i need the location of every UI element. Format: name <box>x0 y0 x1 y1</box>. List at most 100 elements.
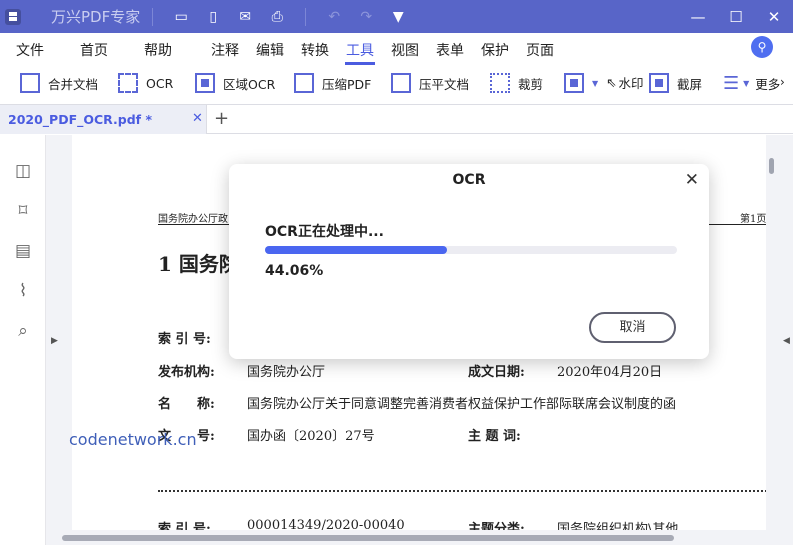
menu-tools[interactable]: 工具 <box>345 40 375 65</box>
label: 水印 <box>618 76 644 91</box>
page-box-icon <box>564 73 584 93</box>
menu-convert[interactable]: 转换 <box>301 40 329 60</box>
label: 合并文档 <box>48 76 99 92</box>
print-icon[interactable]: ⎙ <box>261 9 293 25</box>
compress-icon <box>294 73 314 93</box>
ocr-button[interactable]: OCR <box>118 73 173 93</box>
save-icon[interactable]: ▯ <box>197 9 229 25</box>
field-label: 主 题 词: <box>468 429 521 444</box>
menu-home[interactable]: 首页 <box>80 40 108 60</box>
menu-bar: 文件 首页 帮助 注释 编辑 转换 工具 视图 表单 保护 页面 <box>0 33 793 65</box>
app-logo-icon <box>5 8 21 25</box>
merge-button[interactable]: 合并文档 <box>20 73 98 93</box>
menu-form[interactable]: 表单 <box>436 40 464 60</box>
field-value: 国办函〔2020〕27号 <box>247 429 375 444</box>
page-header-left: 国务院办公厅政 <box>158 214 228 225</box>
menu-file[interactable]: 文件 <box>16 40 44 60</box>
field-label: 发布机构: <box>158 365 215 380</box>
menu-annotate[interactable]: 注释 <box>211 40 239 60</box>
field-label: 索 引 号: <box>158 332 211 347</box>
label: 更多 <box>755 77 781 92</box>
open-folder-icon[interactable]: ▭ <box>165 9 197 25</box>
field-label: 成文日期: <box>468 365 525 380</box>
field-value: 国务院组织机构\其他 <box>557 522 679 530</box>
divider <box>152 7 154 26</box>
label: 截屏 <box>677 76 703 92</box>
progress-bar <box>265 246 677 254</box>
label: 压缩PDF <box>322 76 372 92</box>
screenshot-button[interactable]: 截屏 <box>649 73 702 93</box>
menu-protect[interactable]: 保护 <box>481 40 509 60</box>
mail-icon[interactable]: ✉ <box>229 9 261 25</box>
crop-button[interactable]: 裁剪 <box>490 73 543 93</box>
new-tab-icon[interactable]: + <box>214 108 229 129</box>
progress-percent: 44.06% <box>265 263 324 279</box>
flatten-icon <box>391 73 411 93</box>
page-box-button[interactable]: ▼ <box>564 73 598 93</box>
cancel-button[interactable]: 取消 <box>589 312 676 343</box>
menu-view[interactable]: 视图 <box>391 40 419 60</box>
vertical-scrollbar[interactable] <box>769 158 774 174</box>
dropdown-icon: ▼ <box>743 79 750 88</box>
redo-icon[interactable]: ↷ <box>350 9 382 25</box>
field-value: 000014349/2020-00040 <box>247 518 405 530</box>
horizontal-scrollbar[interactable] <box>62 535 674 541</box>
expand-left-panel-icon[interactable]: ▶ <box>51 336 58 346</box>
user-avatar-icon[interactable]: ⚲ <box>751 36 773 58</box>
title-bar: 万兴PDF专家 ▭ ▯ ✉ ⎙ ↶ ↷ ▼ — ☐ ✕ <box>0 0 793 33</box>
cursor-icon: ⇖ <box>606 75 617 90</box>
maximize-icon[interactable]: ☐ <box>717 8 755 26</box>
label: 压平文档 <box>419 76 470 92</box>
ocr-icon <box>118 73 138 93</box>
left-sidebar: ◫ ⌑ ▤ ⌇ ⌕ <box>0 135 46 545</box>
attachment-icon[interactable]: ⌇ <box>13 281 33 301</box>
label: 区域OCR <box>223 76 276 92</box>
search-icon[interactable]: ⌕ <box>13 321 33 341</box>
tab-label: 2020_PDF_OCR.pdf * <box>8 112 152 127</box>
close-tab-icon[interactable]: ✕ <box>192 111 203 126</box>
dialog-title: OCR <box>452 172 486 188</box>
ocr-status-text: OCR正在处理中... <box>265 224 384 240</box>
dotted-divider <box>158 490 766 492</box>
close-window-icon[interactable]: ✕ <box>755 8 793 26</box>
label: OCR <box>146 75 174 91</box>
close-dialog-icon[interactable]: ✕ <box>685 170 699 190</box>
menu-help[interactable]: 帮助 <box>144 40 172 60</box>
menu-edit[interactable]: 编辑 <box>256 40 284 60</box>
camera-icon <box>649 73 669 93</box>
compress-button[interactable]: 压缩PDF <box>294 73 371 93</box>
undo-icon[interactable]: ↶ <box>318 9 350 25</box>
field-value: 国务院办公厅 <box>247 365 326 380</box>
minimize-icon[interactable]: — <box>679 8 717 26</box>
expand-right-panel-icon[interactable]: ◀ <box>783 336 790 346</box>
doc-heading: 1 国务院 <box>158 252 239 276</box>
field-label: 名 称: <box>158 397 215 412</box>
flatten-button[interactable]: 压平文档 <box>391 73 469 93</box>
label: 裁剪 <box>518 76 544 92</box>
merge-icon <box>20 73 40 93</box>
thumbnails-icon[interactable]: ◫ <box>13 161 33 181</box>
comment-icon[interactable]: ▤ <box>13 241 33 261</box>
field-value: 国务院办公厅关于同意调整完善消费者权益保护工作部际联席会议制度的函 <box>247 397 677 412</box>
area-ocr-button[interactable]: 区域OCR <box>195 73 275 93</box>
toolbar-scroll-right-icon[interactable]: › <box>780 75 793 89</box>
watermark-button[interactable]: ⇖ 水印 <box>606 73 644 92</box>
watermark-text: codenetwork.cn <box>69 430 197 449</box>
field-value: 2020年04月20日 <box>557 365 663 380</box>
divider <box>305 7 307 26</box>
page-number: 第1页 <box>740 214 766 225</box>
ocr-progress-dialog: OCR ✕ OCR正在处理中... 44.06% 取消 <box>229 164 709 359</box>
toolbar: 合并文档 OCR 区域OCR 压缩PDF 压平文档 裁剪 ▼ ⇖ 水印 截屏 ☰ ▼… <box>0 66 793 103</box>
tab-document[interactable]: 2020_PDF_OCR.pdf * <box>0 105 207 134</box>
bookmark-icon[interactable]: ⌑ <box>13 201 33 221</box>
quick-access-dropdown-icon[interactable]: ▼ <box>382 9 414 25</box>
dropdown-icon: ▼ <box>592 78 599 88</box>
tab-bar: 2020_PDF_OCR.pdf * ✕ + <box>0 104 793 134</box>
crop-icon <box>490 73 510 93</box>
app-title: 万兴PDF专家 <box>51 8 141 26</box>
field-label: 索 引 号: <box>158 522 211 530</box>
menu-page[interactable]: 页面 <box>526 40 554 60</box>
menu-lines-icon: ☰ <box>723 73 740 94</box>
more-button[interactable]: ☰ ▼ 更多 <box>723 73 780 94</box>
area-ocr-icon <box>195 73 215 93</box>
